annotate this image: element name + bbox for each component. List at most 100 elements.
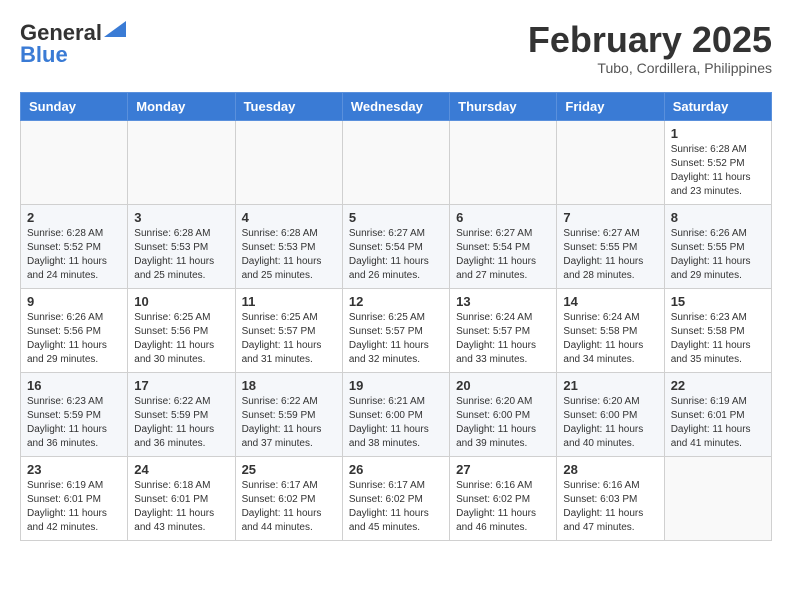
- day-info: Sunrise: 6:21 AM Sunset: 6:00 PM Dayligh…: [349, 395, 443, 451]
- day-number: 22: [671, 378, 765, 393]
- day-header-saturday: Saturday: [664, 92, 771, 120]
- day-info: Sunrise: 6:28 AM Sunset: 5:52 PM Dayligh…: [27, 227, 121, 283]
- day-info: Sunrise: 6:28 AM Sunset: 5:53 PM Dayligh…: [134, 227, 228, 283]
- day-number: 19: [349, 378, 443, 393]
- day-number: 2: [27, 210, 121, 225]
- calendar-cell: 22 Sunrise: 6:19 AM Sunset: 6:01 PM Dayli…: [664, 372, 771, 456]
- day-number: 15: [671, 294, 765, 309]
- day-number: 10: [134, 294, 228, 309]
- day-info: Sunrise: 6:16 AM Sunset: 6:02 PM Dayligh…: [456, 479, 550, 535]
- calendar-cell: [450, 120, 557, 204]
- day-number: 7: [563, 210, 657, 225]
- day-info: Sunrise: 6:20 AM Sunset: 6:00 PM Dayligh…: [456, 395, 550, 451]
- day-number: 14: [563, 294, 657, 309]
- day-info: Sunrise: 6:18 AM Sunset: 6:01 PM Dayligh…: [134, 479, 228, 535]
- calendar-cell: 3Sunrise: 6:28 AM Sunset: 5:53 PM Daylig…: [128, 204, 235, 288]
- day-number: 25: [242, 462, 336, 477]
- calendar-cell: 10Sunrise: 6:25 AM Sunset: 5:56 PM Dayli…: [128, 288, 235, 372]
- calendar-cell: 27 Sunrise: 6:16 AM Sunset: 6:02 PM Dayli…: [450, 456, 557, 540]
- calendar-table: SundayMondayTuesdayWednesdayThursdayFrid…: [20, 92, 772, 541]
- day-number: 9: [27, 294, 121, 309]
- calendar-cell: 2 Sunrise: 6:28 AM Sunset: 5:52 PM Daylig…: [21, 204, 128, 288]
- calendar-cell: 5 Sunrise: 6:27 AM Sunset: 5:54 PM Daylig…: [342, 204, 449, 288]
- day-info: Sunrise: 6:23 AM Sunset: 5:58 PM Dayligh…: [671, 311, 765, 367]
- day-info: Sunrise: 6:20 AM Sunset: 6:00 PM Dayligh…: [563, 395, 657, 451]
- logo-blue: Blue: [20, 42, 68, 68]
- calendar-week-row: 16Sunrise: 6:23 AM Sunset: 5:59 PM Dayli…: [21, 372, 772, 456]
- day-number: 18: [242, 378, 336, 393]
- calendar-cell: 4 Sunrise: 6:28 AM Sunset: 5:53 PM Daylig…: [235, 204, 342, 288]
- calendar-cell: 19 Sunrise: 6:21 AM Sunset: 6:00 PM Dayli…: [342, 372, 449, 456]
- day-info: Sunrise: 6:28 AM Sunset: 5:52 PM Dayligh…: [671, 143, 765, 199]
- calendar-header-row: SundayMondayTuesdayWednesdayThursdayFrid…: [21, 92, 772, 120]
- calendar-cell: 26 Sunrise: 6:17 AM Sunset: 6:02 PM Dayli…: [342, 456, 449, 540]
- calendar-cell: [557, 120, 664, 204]
- day-number: 27: [456, 462, 550, 477]
- calendar-cell: 20 Sunrise: 6:20 AM Sunset: 6:00 PM Dayli…: [450, 372, 557, 456]
- calendar-cell: 28Sunrise: 6:16 AM Sunset: 6:03 PM Dayli…: [557, 456, 664, 540]
- page-header: General Blue February 2025 Tubo, Cordill…: [20, 20, 772, 76]
- calendar-week-row: 9 Sunrise: 6:26 AM Sunset: 5:56 PM Daylig…: [21, 288, 772, 372]
- day-info: Sunrise: 6:17 AM Sunset: 6:02 PM Dayligh…: [242, 479, 336, 535]
- day-info: Sunrise: 6:25 AM Sunset: 5:57 PM Dayligh…: [242, 311, 336, 367]
- day-number: 26: [349, 462, 443, 477]
- day-header-wednesday: Wednesday: [342, 92, 449, 120]
- location-subtitle: Tubo, Cordillera, Philippines: [528, 60, 772, 76]
- day-info: Sunrise: 6:25 AM Sunset: 5:57 PM Dayligh…: [349, 311, 443, 367]
- calendar-cell: 18 Sunrise: 6:22 AM Sunset: 5:59 PM Dayli…: [235, 372, 342, 456]
- day-number: 8: [671, 210, 765, 225]
- day-info: Sunrise: 6:26 AM Sunset: 5:55 PM Dayligh…: [671, 227, 765, 283]
- calendar-cell: [664, 456, 771, 540]
- day-header-sunday: Sunday: [21, 92, 128, 120]
- day-number: 11: [242, 294, 336, 309]
- day-info: Sunrise: 6:26 AM Sunset: 5:56 PM Dayligh…: [27, 311, 121, 367]
- logo: General Blue: [20, 20, 126, 68]
- calendar-cell: 11 Sunrise: 6:25 AM Sunset: 5:57 PM Dayli…: [235, 288, 342, 372]
- day-info: Sunrise: 6:27 AM Sunset: 5:54 PM Dayligh…: [456, 227, 550, 283]
- day-number: 5: [349, 210, 443, 225]
- day-info: Sunrise: 6:19 AM Sunset: 6:01 PM Dayligh…: [27, 479, 121, 535]
- day-number: 28: [563, 462, 657, 477]
- day-number: 6: [456, 210, 550, 225]
- day-info: Sunrise: 6:27 AM Sunset: 5:54 PM Dayligh…: [349, 227, 443, 283]
- calendar-cell: 12Sunrise: 6:25 AM Sunset: 5:57 PM Dayli…: [342, 288, 449, 372]
- day-number: 21: [563, 378, 657, 393]
- calendar-cell: [128, 120, 235, 204]
- day-info: Sunrise: 6:24 AM Sunset: 5:57 PM Dayligh…: [456, 311, 550, 367]
- calendar-cell: 21 Sunrise: 6:20 AM Sunset: 6:00 PM Dayli…: [557, 372, 664, 456]
- day-number: 24: [134, 462, 228, 477]
- day-header-tuesday: Tuesday: [235, 92, 342, 120]
- day-info: Sunrise: 6:24 AM Sunset: 5:58 PM Dayligh…: [563, 311, 657, 367]
- calendar-cell: 9 Sunrise: 6:26 AM Sunset: 5:56 PM Daylig…: [21, 288, 128, 372]
- calendar-cell: 13Sunrise: 6:24 AM Sunset: 5:57 PM Dayli…: [450, 288, 557, 372]
- day-info: Sunrise: 6:28 AM Sunset: 5:53 PM Dayligh…: [242, 227, 336, 283]
- logo-icon: [104, 21, 126, 37]
- day-info: Sunrise: 6:19 AM Sunset: 6:01 PM Dayligh…: [671, 395, 765, 451]
- calendar-week-row: 23 Sunrise: 6:19 AM Sunset: 6:01 PM Dayli…: [21, 456, 772, 540]
- calendar-cell: 7 Sunrise: 6:27 AM Sunset: 5:55 PM Daylig…: [557, 204, 664, 288]
- title-block: February 2025 Tubo, Cordillera, Philippi…: [528, 20, 772, 76]
- calendar-cell: 1 Sunrise: 6:28 AM Sunset: 5:52 PM Daylig…: [664, 120, 771, 204]
- day-header-friday: Friday: [557, 92, 664, 120]
- day-info: Sunrise: 6:17 AM Sunset: 6:02 PM Dayligh…: [349, 479, 443, 535]
- day-number: 1: [671, 126, 765, 141]
- calendar-cell: 24 Sunrise: 6:18 AM Sunset: 6:01 PM Dayli…: [128, 456, 235, 540]
- day-info: Sunrise: 6:22 AM Sunset: 5:59 PM Dayligh…: [242, 395, 336, 451]
- calendar-cell: 6 Sunrise: 6:27 AM Sunset: 5:54 PM Daylig…: [450, 204, 557, 288]
- calendar-cell: 23 Sunrise: 6:19 AM Sunset: 6:01 PM Dayli…: [21, 456, 128, 540]
- calendar-cell: 16Sunrise: 6:23 AM Sunset: 5:59 PM Dayli…: [21, 372, 128, 456]
- calendar-week-row: 2 Sunrise: 6:28 AM Sunset: 5:52 PM Daylig…: [21, 204, 772, 288]
- calendar-cell: 25 Sunrise: 6:17 AM Sunset: 6:02 PM Dayli…: [235, 456, 342, 540]
- calendar-cell: [235, 120, 342, 204]
- day-info: Sunrise: 6:27 AM Sunset: 5:55 PM Dayligh…: [563, 227, 657, 283]
- day-number: 23: [27, 462, 121, 477]
- calendar-cell: [342, 120, 449, 204]
- calendar-cell: [21, 120, 128, 204]
- day-number: 16: [27, 378, 121, 393]
- month-title: February 2025: [528, 20, 772, 60]
- day-info: Sunrise: 6:22 AM Sunset: 5:59 PM Dayligh…: [134, 395, 228, 451]
- day-number: 4: [242, 210, 336, 225]
- calendar-cell: 15 Sunrise: 6:23 AM Sunset: 5:58 PM Dayli…: [664, 288, 771, 372]
- day-number: 20: [456, 378, 550, 393]
- calendar-cell: 8 Sunrise: 6:26 AM Sunset: 5:55 PM Daylig…: [664, 204, 771, 288]
